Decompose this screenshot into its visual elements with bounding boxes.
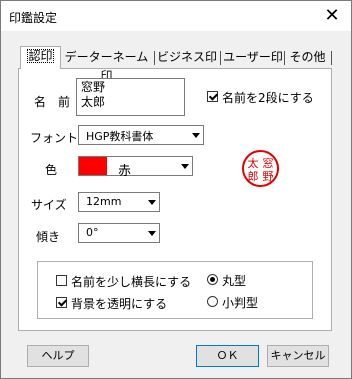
color-label: 色 <box>45 163 58 177</box>
stamp-char: 野 <box>263 170 274 183</box>
ok-button[interactable]: ＯＫ <box>196 345 259 367</box>
chevron-down-icon <box>144 193 159 211</box>
chevron-down-icon <box>144 224 159 242</box>
name-line2: 太郎 <box>81 95 106 109</box>
size-value: 12mm <box>86 195 122 208</box>
tab-mitomein[interactable]: 認印 <box>20 46 61 69</box>
transparent-label: 背景を透明にする <box>71 297 168 311</box>
tab-business[interactable]: ビジネス印 <box>155 48 219 68</box>
help-button[interactable]: ヘルプ <box>27 345 89 367</box>
oval-label: 小判型 <box>222 296 259 310</box>
name-field[interactable]: 窓野 太郎 <box>76 78 185 116</box>
name-line1: 窓野 <box>81 80 106 94</box>
font-label: フォント <box>30 131 79 145</box>
stamp-char: 窓 <box>263 156 274 170</box>
round-radio[interactable] <box>207 274 218 285</box>
tab-separator <box>331 51 332 65</box>
chevron-down-icon <box>188 126 203 144</box>
two-line-checkbox[interactable] <box>207 91 218 102</box>
color-swatch <box>79 157 107 175</box>
cancel-button[interactable]: キャンセル <box>267 345 329 367</box>
chevron-down-icon <box>177 157 192 175</box>
tab-user[interactable]: ユーザー印 <box>221 48 285 68</box>
name-label: 名 前 <box>34 95 71 109</box>
stretch-checkbox[interactable] <box>56 275 67 286</box>
tilt-label: 傾き <box>36 230 61 244</box>
size-label: サイズ <box>31 198 67 212</box>
window-title: 印鑑設定 <box>9 11 58 25</box>
oval-radio[interactable] <box>207 296 218 307</box>
stamp-char: 郎 <box>248 169 259 183</box>
stamp-char: 太 <box>248 157 259 170</box>
font-value: HGP教科書体 <box>86 130 154 143</box>
close-icon[interactable]: ✕ <box>321 5 343 27</box>
title-bar: 印鑑設定 ✕ <box>1 1 351 31</box>
stretch-label: 名前を少し横長にする <box>71 275 192 289</box>
color-value: 赤 <box>118 164 132 179</box>
tilt-select[interactable]: 0° <box>78 223 160 243</box>
size-select[interactable]: 12mm <box>78 192 160 212</box>
two-line-label: 名前を2段にする <box>222 91 314 105</box>
font-select[interactable]: HGP教科書体 <box>78 125 204 145</box>
stamp-preview: 太 窓 郎 野 <box>242 150 279 187</box>
tilt-value: 0° <box>86 226 99 239</box>
transparent-checkbox[interactable] <box>56 297 67 308</box>
tab-other[interactable]: その他 <box>285 48 330 68</box>
round-label: 丸型 <box>222 274 247 288</box>
tab-dataname[interactable]: データーネーム印 <box>61 48 152 83</box>
